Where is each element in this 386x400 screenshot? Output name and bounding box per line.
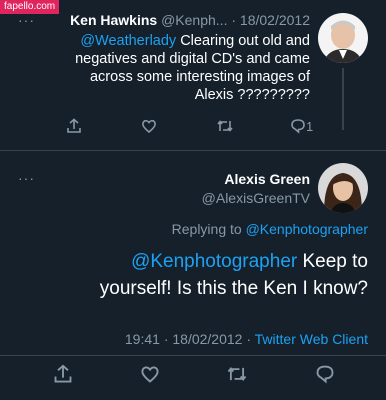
main-tweet-text: @Kenphotographer Keep to yourself! Is th… xyxy=(8,248,368,302)
main-author-handle[interactable]: @AlexisGreenTV xyxy=(202,190,310,206)
retweet-icon[interactable] xyxy=(216,118,234,134)
reply-text-line2: negatives and digital CD's and came xyxy=(75,51,310,67)
replying-to: Replying to @Kenphotographer xyxy=(172,221,368,237)
reply-author-name[interactable]: Ken Hawkins xyxy=(70,12,157,28)
reply-icon-main[interactable] xyxy=(315,364,335,384)
separator: · xyxy=(163,331,169,347)
replying-to-handle[interactable]: @Kenphotographer xyxy=(246,221,368,237)
reply-date[interactable]: 18/02/2012 xyxy=(240,12,310,28)
reply-count: 1 xyxy=(306,119,314,134)
tweet-meta: 19:41 · 18/02/2012 · Twitter Web Client xyxy=(125,331,368,347)
share-icon-main[interactable] xyxy=(53,364,73,384)
tweet-date[interactable]: 18/02/2012 xyxy=(172,331,242,347)
like-icon-main[interactable] xyxy=(140,364,160,384)
reply-text-line3: across some interesting images of xyxy=(89,69,310,85)
share-icon[interactable] xyxy=(66,118,82,134)
divider xyxy=(0,150,386,151)
tweet-client[interactable]: Twitter Web Client xyxy=(255,331,368,347)
separator: · xyxy=(246,331,252,347)
tweet-time[interactable]: 19:41 xyxy=(125,331,160,347)
avatar-alexis-green[interactable] xyxy=(318,163,368,213)
reply-text-line4: Alexis ????????? xyxy=(194,87,310,103)
reply-author-handle[interactable]: @Kenph... xyxy=(161,12,227,28)
main-author-name[interactable]: Alexis Green xyxy=(224,171,310,187)
main-mention[interactable]: @Kenphotographer xyxy=(131,251,297,272)
replying-to-label: Replying to xyxy=(171,221,242,237)
reply-mention[interactable]: @Weatherlady xyxy=(80,33,176,49)
main-text-line1: Keep to xyxy=(302,251,369,272)
reply-text: @Weatherlady Clearing out old and negati… xyxy=(10,32,310,104)
divider xyxy=(0,355,386,356)
retweet-icon-main[interactable] xyxy=(226,364,248,384)
more-options-icon-main[interactable]: ··· xyxy=(18,170,35,186)
separator: · xyxy=(231,12,237,28)
more-options-icon[interactable]: ··· xyxy=(18,12,35,28)
like-icon[interactable] xyxy=(141,118,157,134)
avatar-ken-hawkins[interactable] xyxy=(318,13,368,63)
reply-icon[interactable] xyxy=(290,118,306,134)
reply-text-line1: Clearing out old and xyxy=(180,33,310,49)
main-text-line2: yourself! Is this the Ken I know? xyxy=(99,278,368,299)
thread-line xyxy=(342,68,344,130)
reply-header: Ken Hawkins @Kenph... · 18/02/2012 xyxy=(70,12,310,28)
